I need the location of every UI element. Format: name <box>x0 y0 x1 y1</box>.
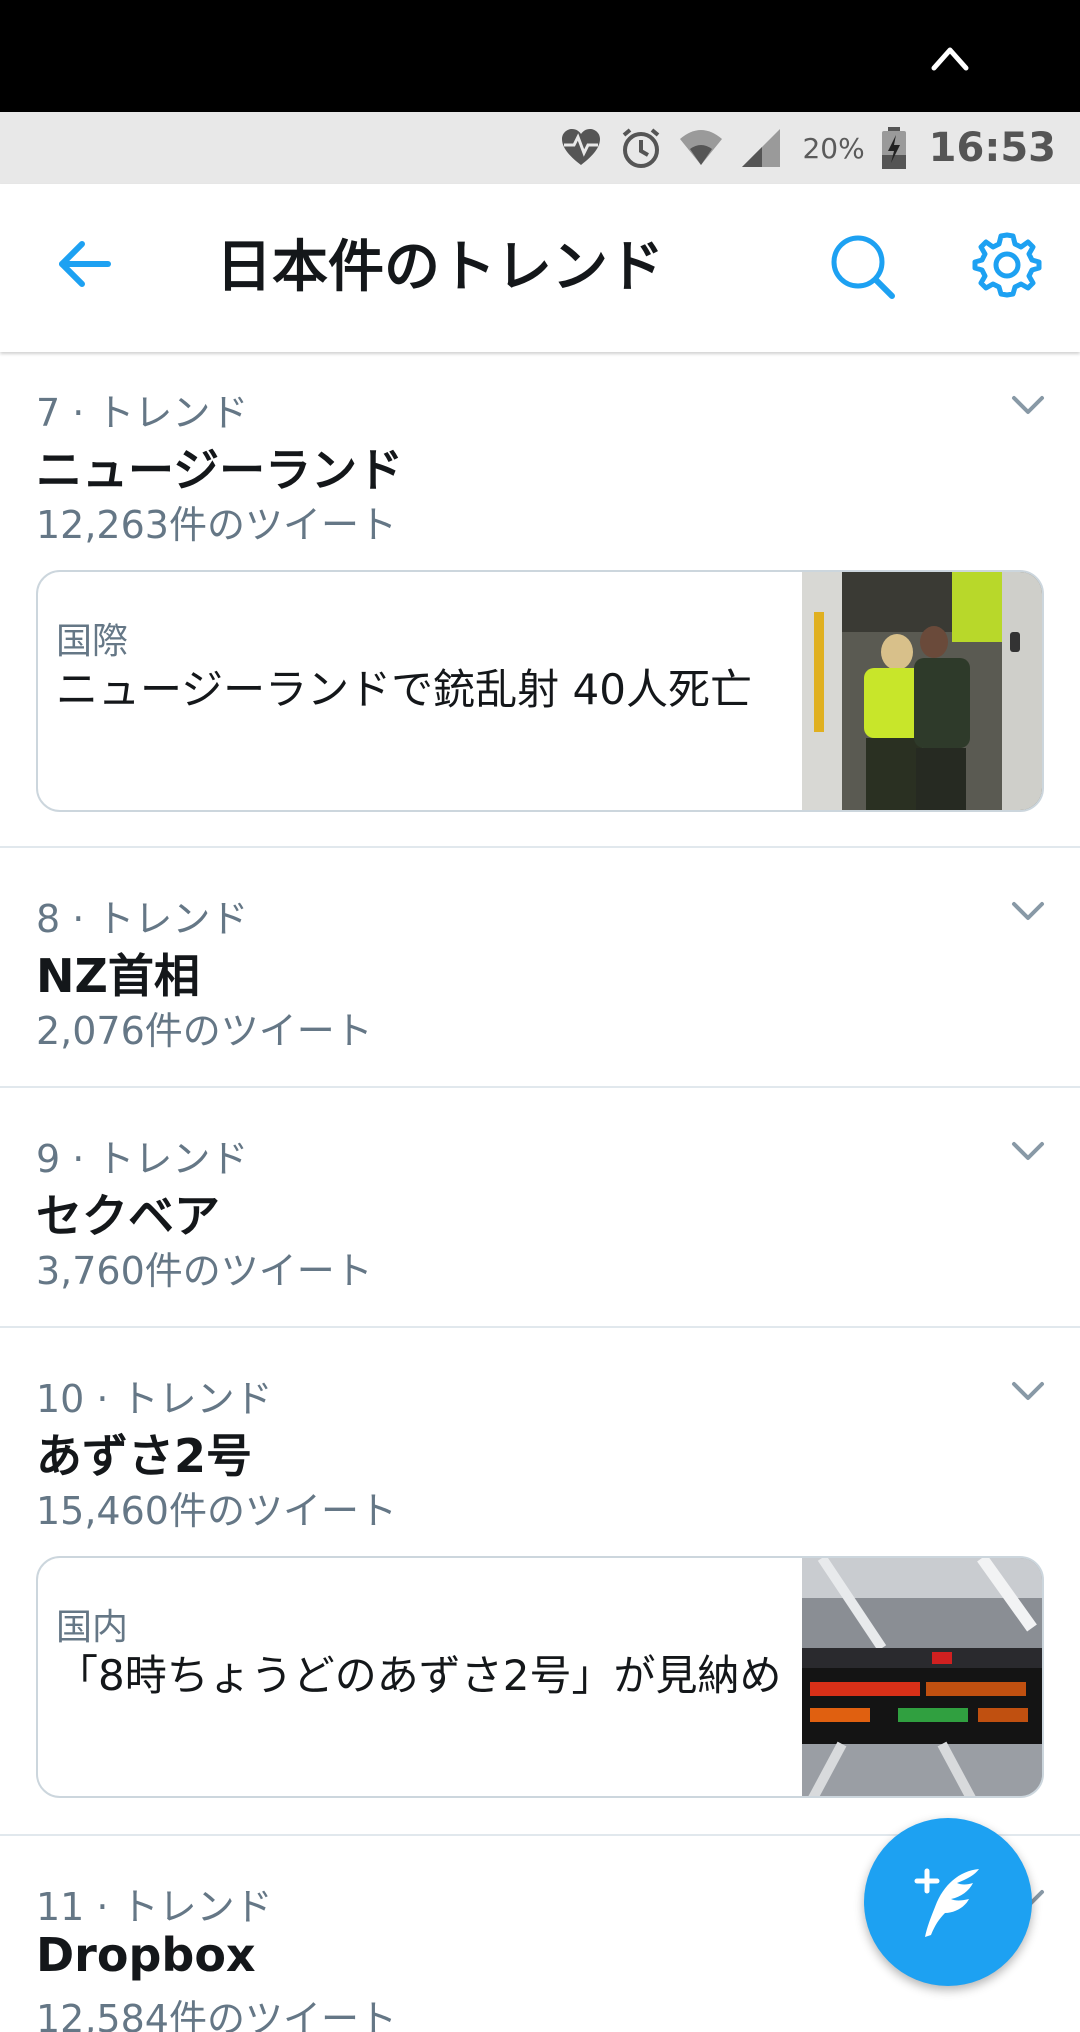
trends-list: 7 · トレンド ニュージーランド 12,263件のツイート 国際 ニュージーラ… <box>0 352 1080 2032</box>
tweet-count: 12,584件のツイート <box>36 1997 397 2032</box>
tweet-count: 3,760件のツイート <box>36 1249 373 1293</box>
chevron-down-icon[interactable] <box>1010 394 1046 418</box>
trend-name[interactable]: ニュージーランド <box>36 434 403 500</box>
trend-rank: 11 · トレンド <box>36 1885 273 1929</box>
battery-charging-icon <box>879 125 909 171</box>
chevron-down-icon[interactable] <box>1010 1380 1046 1404</box>
system-top-bar <box>0 0 1080 112</box>
trend-item[interactable]: 10 · トレンド あずさ2号 15,460件のツイート 国内 「8時ちょうどの… <box>0 1328 1080 1836</box>
trend-item[interactable]: 9 · トレンド セクベア 3,760件のツイート <box>0 1088 1080 1328</box>
chevron-down-icon[interactable] <box>1010 1140 1046 1164</box>
clock: 16:53 <box>928 125 1056 171</box>
trend-rank: 8 · トレンド <box>36 897 249 941</box>
gear-icon[interactable] <box>972 230 1042 300</box>
tweet-count: 15,460件のツイート <box>36 1489 397 1533</box>
tweet-count: 12,263件のツイート <box>36 503 397 547</box>
trend-name[interactable]: あずさ2号 <box>36 1420 252 1486</box>
compose-tweet-button[interactable] <box>864 1818 1032 1986</box>
page-title: 日本件のトレンド <box>216 235 664 300</box>
back-arrow-icon[interactable] <box>52 232 116 296</box>
news-thumbnail-image <box>802 1558 1042 1796</box>
trend-item[interactable]: 8 · トレンド NZ首相 2,076件のツイート <box>0 848 1080 1088</box>
heart-monitor-icon <box>558 125 604 171</box>
trend-item[interactable]: 7 · トレンド ニュージーランド 12,263件のツイート 国際 ニュージーラ… <box>0 352 1080 848</box>
status-bar: 20% 16:53 <box>0 112 1080 184</box>
news-category: 国内 <box>56 1607 129 1648</box>
app-bar: 日本件のトレンド <box>0 184 1080 352</box>
trend-name[interactable]: NZ首相 <box>36 940 200 1006</box>
news-thumbnail-image <box>802 572 1042 810</box>
news-category: 国際 <box>56 621 129 662</box>
news-headline: ニュージーランドで銃乱射 40人死亡 <box>56 665 752 714</box>
battery-percent: 20% <box>802 131 865 165</box>
chevron-down-icon[interactable] <box>1010 900 1046 924</box>
chevron-up-icon[interactable] <box>930 44 970 72</box>
news-headline: 「8時ちょうどのあずさ2号」が見納め <box>56 1651 782 1700</box>
news-card[interactable]: 国際 ニュージーランドで銃乱射 40人死亡 <box>36 570 1044 812</box>
trend-name[interactable]: セクベア <box>36 1180 220 1246</box>
tweet-count: 2,076件のツイート <box>36 1009 373 1053</box>
news-card[interactable]: 国内 「8時ちょうどのあずさ2号」が見納め <box>36 1556 1044 1798</box>
trend-rank: 9 · トレンド <box>36 1137 249 1181</box>
trend-rank: 10 · トレンド <box>36 1377 273 1421</box>
trend-name[interactable]: Dropbox <box>36 1928 256 1982</box>
alarm-icon <box>618 125 664 171</box>
search-icon[interactable] <box>828 232 898 302</box>
trend-rank: 7 · トレンド <box>36 391 249 435</box>
wifi-icon <box>678 125 724 171</box>
compose-feather-icon <box>914 1868 979 1937</box>
cell-signal-icon <box>738 125 784 171</box>
